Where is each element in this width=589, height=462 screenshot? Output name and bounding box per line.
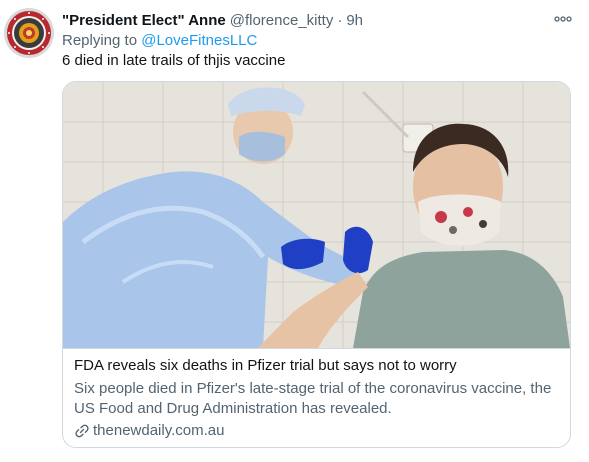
card-divider <box>63 348 570 349</box>
card-description: Six people died in Pfizer's late-stage t… <box>74 380 552 417</box>
replying-prefix: Replying to <box>62 32 138 49</box>
replying-to: Replying to @LoveFitnesLLC <box>62 32 257 49</box>
separator-dot: · <box>337 11 343 29</box>
link-preview-card[interactable]: FDA reveals six deaths in Pfizer trial b… <box>62 81 571 448</box>
tweet-text: 6 died in late trails of thjis vaccine <box>62 52 286 69</box>
seal-logo-icon <box>4 8 54 58</box>
tweet-header: "President Elect" Anne @florence_kitty ·… <box>62 9 363 31</box>
display-name[interactable]: "President Elect" Anne <box>62 12 226 29</box>
more-options-button[interactable] <box>553 12 573 26</box>
avatar[interactable] <box>4 8 54 58</box>
user-handle[interactable]: @florence_kitty <box>230 12 334 29</box>
vaccination-photo <box>63 82 570 348</box>
card-image[interactable] <box>63 82 570 348</box>
card-domain-link[interactable]: thenewdaily.com.au <box>74 422 224 439</box>
tweet[interactable]: "President Elect" Anne @florence_kitty ·… <box>0 0 589 462</box>
link-icon <box>75 424 89 437</box>
timestamp[interactable]: 9h <box>346 12 363 29</box>
more-options-icon <box>554 16 572 22</box>
reply-mention-link[interactable]: @LoveFitnesLLC <box>141 32 257 49</box>
card-domain: thenewdaily.com.au <box>93 422 225 439</box>
card-title[interactable]: FDA reveals six deaths in Pfizer trial b… <box>74 357 457 374</box>
